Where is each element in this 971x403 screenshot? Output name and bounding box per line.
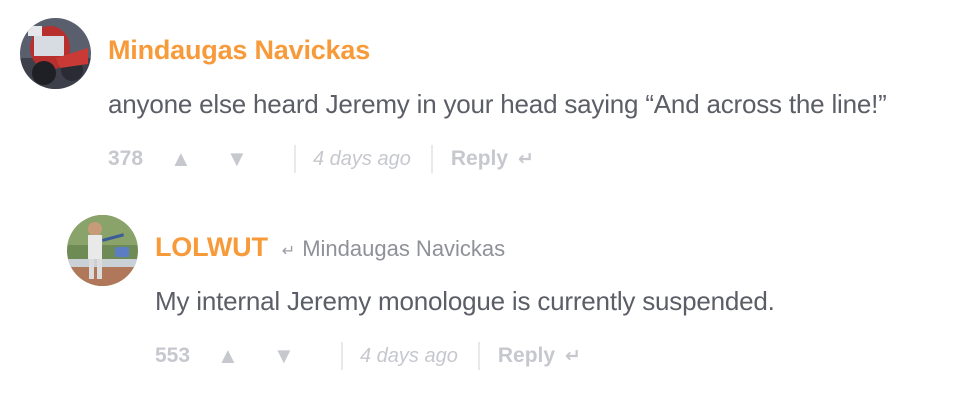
author-name[interactable]: Mindaugas Navickas xyxy=(108,35,370,66)
avatar[interactable] xyxy=(67,215,138,286)
reply-arrow-icon: ↵ xyxy=(281,243,296,260)
reply-arrow-icon: ↵ xyxy=(565,345,581,367)
triangle-down-icon[interactable]: ▼ xyxy=(226,146,282,172)
timestamp[interactable]: 4 days ago xyxy=(360,345,458,368)
comment-header: LOLWUT ↵ Mindaugas Navickas xyxy=(155,232,505,263)
timestamp[interactable]: 4 days ago xyxy=(313,148,411,171)
in-reply-to-name: Mindaugas Navickas xyxy=(302,236,506,261)
divider xyxy=(341,342,343,370)
triangle-up-icon[interactable]: ▲ xyxy=(170,146,226,172)
comment-actions: 378 ▲ ▼ 4 days ago Reply ↵ xyxy=(108,142,534,176)
avatar-image xyxy=(67,215,138,286)
triangle-down-icon[interactable]: ▼ xyxy=(273,343,329,369)
reply-arrow-icon: ↵ xyxy=(518,148,534,170)
author-name[interactable]: LOLWUT xyxy=(155,232,268,263)
vote-count: 378 xyxy=(108,147,144,170)
reply-label: Reply xyxy=(497,344,556,367)
divider xyxy=(477,342,480,370)
avatar-image xyxy=(20,18,91,89)
triangle-up-icon[interactable]: ▲ xyxy=(217,343,273,369)
divider xyxy=(430,145,433,173)
reply-label: Reply xyxy=(450,147,509,170)
vote-count: 553 xyxy=(155,344,191,367)
comment-text: My internal Jeremy monologue is currentl… xyxy=(155,286,775,316)
in-reply-to[interactable]: ↵ Mindaugas Navickas xyxy=(282,236,505,262)
avatar[interactable] xyxy=(20,18,91,89)
divider xyxy=(294,145,296,173)
comment-actions: 553 ▲ ▼ 4 days ago Reply ↵ xyxy=(155,339,581,373)
reply-button[interactable]: Reply ↵ xyxy=(498,344,581,368)
comment-text: anyone else heard Jeremy in your head sa… xyxy=(108,89,887,119)
reply-button[interactable]: Reply ↵ xyxy=(451,147,534,171)
comment-header: Mindaugas Navickas xyxy=(108,35,370,66)
